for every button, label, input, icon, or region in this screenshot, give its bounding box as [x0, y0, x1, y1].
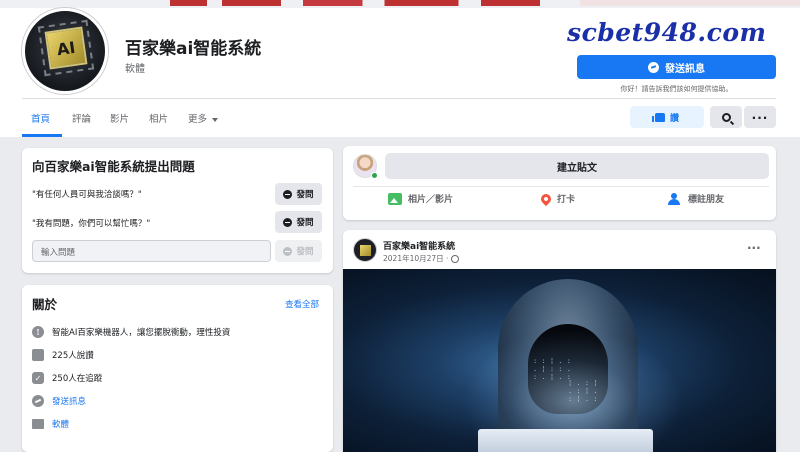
page-category[interactable]: 軟體 — [125, 60, 145, 75]
code-rain-graphic: : : ¦ . :. ¦ : : .: . ¦ . : — [533, 357, 571, 381]
composer-divider — [353, 186, 769, 187]
tag-friends-label: 標註朋友 — [688, 195, 725, 205]
tabs-divider — [22, 98, 776, 99]
post-image-hacker[interactable]: : : ¦ . :. ¦ : : .: . ¦ . : ¦ . : ¦. : ¦… — [343, 269, 776, 452]
suggested-question[interactable]: "有任何人員可與我洽談嗎？" — [32, 188, 142, 200]
photo-video-label: 相片／影片 — [408, 195, 454, 205]
post-card: 百家樂ai智能系統 2021年10月27日 · ··· : : ¦ . :. ¦… — [343, 230, 776, 452]
search-icon — [721, 112, 731, 122]
like-label: 讚 — [669, 113, 679, 124]
cover-photo — [170, 0, 540, 6]
suggested-question[interactable]: "我有問題，你們可以幫忙嗎？" — [32, 217, 150, 229]
post-more-icon[interactable]: ··· — [747, 242, 761, 254]
messenger-icon — [648, 61, 659, 73]
page-title: 百家樂ai智能系統 — [125, 39, 262, 59]
follow-icon: ✓ — [32, 372, 44, 384]
question-input[interactable]: 輸入問題 — [32, 240, 271, 262]
tab-home[interactable]: 首頁 — [31, 111, 50, 125]
info-icon: ! — [32, 326, 44, 338]
globe-icon — [451, 254, 460, 263]
message-bubble-icon — [283, 246, 293, 256]
ask-question-title: 向百家樂ai智能系統提出問題 — [32, 159, 195, 174]
send-message-hint: 你好！請告訴我們該如何提供協助。 — [620, 85, 733, 93]
code-rain-graphic: ¦ . : ¦. : ¦ .: ¦ . : — [568, 379, 598, 403]
tab-more-label: 更多 — [188, 114, 208, 125]
post-meta: 2021年10月27日 · — [383, 253, 460, 264]
category-icon — [32, 419, 44, 429]
about-description: 智能AI百家樂機器人，讓您擺脫衝動，理性投資 — [52, 328, 231, 338]
ask-button[interactable]: 發問 — [275, 183, 322, 205]
create-post-button[interactable]: 建立貼文 — [385, 153, 769, 179]
cover-strip — [0, 0, 800, 8]
send-message-button[interactable]: 發送訊息 — [577, 55, 776, 79]
about-category-row[interactable]: 軟體 — [32, 418, 69, 430]
likes-count: 225人說讚 — [52, 351, 94, 361]
like-icon — [32, 349, 44, 361]
send-message-label: 發送訊息 — [665, 63, 705, 75]
post-composer: 建立貼文 相片／影片 打卡 標註朋友 — [343, 146, 776, 220]
post-date[interactable]: 2021年10月27日 · — [383, 253, 448, 264]
about-description-row: ! 智能AI百家樂機器人，讓您擺脫衝動，理性投資 — [32, 326, 230, 338]
cover-photo-right — [580, 0, 800, 6]
online-status-dot — [371, 172, 378, 179]
ai-chip-logo: AI — [44, 26, 88, 70]
about-message-row[interactable]: 發送訊息 — [32, 395, 86, 407]
message-bubble-icon — [283, 189, 293, 199]
search-button[interactable] — [710, 106, 742, 128]
ask-question-card: 向百家樂ai智能系統提出問題 "有任何人員可與我洽談嗎？" 發問 "我有問題，你… — [22, 148, 333, 273]
about-category-link[interactable]: 軟體 — [52, 418, 69, 430]
messenger-icon — [32, 395, 44, 407]
page-avatar[interactable]: AI — [22, 8, 108, 94]
tag-friends-button[interactable]: 標註朋友 — [668, 192, 724, 205]
photo-icon — [388, 192, 402, 205]
site-watermark: scbet948.com — [567, 18, 767, 47]
tab-photos[interactable]: 相片 — [149, 111, 168, 125]
about-likes-row: 225人說讚 — [32, 349, 94, 361]
check-in-label: 打卡 — [557, 195, 576, 205]
tab-videos[interactable]: 影片 — [110, 111, 129, 125]
ask-button-label: 發問 — [296, 190, 314, 200]
tag-friends-icon — [668, 192, 682, 205]
about-followers-row: ✓ 250人在追蹤 — [32, 372, 102, 384]
message-bubble-icon — [283, 217, 293, 227]
about-card: 關於 查看全部 ! 智能AI百家樂機器人，讓您擺脫衝動，理性投資 225人說讚 … — [22, 285, 333, 452]
ask-button[interactable]: 發問 — [275, 211, 322, 233]
tab-more[interactable]: 更多 — [188, 111, 218, 125]
like-page-button[interactable]: 讚 — [630, 106, 704, 128]
followers-count: 250人在追蹤 — [52, 374, 103, 384]
more-dots-icon: ... — [751, 107, 769, 122]
photo-video-button[interactable]: 相片／影片 — [388, 192, 453, 205]
about-title: 關於 — [32, 297, 58, 312]
post-author-name[interactable]: 百家樂ai智能系統 — [383, 239, 455, 252]
ask-button-label: 發問 — [296, 218, 314, 228]
thumbs-up-icon — [651, 112, 665, 122]
see-all-link[interactable]: 查看全部 — [285, 298, 319, 310]
laptop-graphic — [478, 429, 653, 452]
submit-question-label: 發問 — [296, 247, 314, 257]
about-send-message-link[interactable]: 發送訊息 — [52, 395, 86, 407]
active-tab-indicator — [22, 134, 62, 137]
more-options-button[interactable]: ... — [744, 106, 776, 128]
post-author-avatar[interactable] — [353, 238, 377, 262]
tab-reviews[interactable]: 評論 — [72, 111, 91, 125]
location-pin-icon — [538, 191, 554, 206]
check-in-button[interactable]: 打卡 — [538, 191, 576, 206]
submit-question-button[interactable]: 發問 — [275, 240, 322, 262]
page-header: AI 百家樂ai智能系統 軟體 scbet948.com 發送訊息 你好！請告訴… — [0, 8, 800, 137]
